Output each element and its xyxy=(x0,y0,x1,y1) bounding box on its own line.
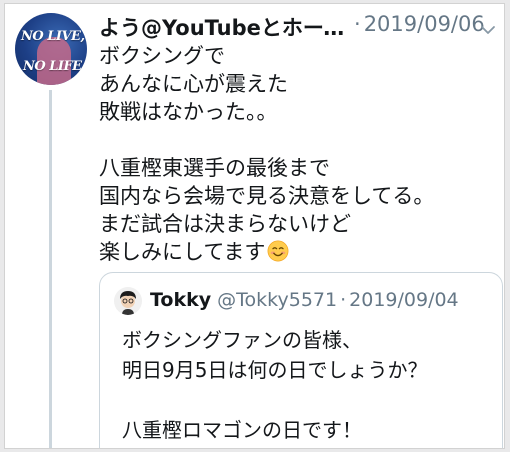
chevron-down-icon[interactable] xyxy=(480,22,496,38)
tweet-text-line: ボクシングで xyxy=(99,44,225,68)
quoted-author-handle[interactable]: @Tokky5571 xyxy=(217,289,337,311)
tweet-text-line: 敗戦はなかった。。 xyxy=(99,100,278,124)
quoted-text-line: ボクシングファンの皆様、 xyxy=(122,328,362,352)
tweet-text-line: 楽しみにしてます xyxy=(99,240,266,264)
smiling-face-icon xyxy=(267,240,289,262)
header-separator: · xyxy=(354,12,361,36)
quoted-tweet-date[interactable]: 2019/09/04 xyxy=(349,289,459,311)
author-name[interactable]: よう@YouTubeとホーム… xyxy=(99,12,351,42)
tweet-text-line: 国内なら会場で見る決意をしてる。 xyxy=(99,184,435,208)
tweet-text-line: まだ試合は決まらないけど xyxy=(99,212,351,236)
quoted-text-line xyxy=(122,385,427,415)
tweet-date[interactable]: 2019/09/06 xyxy=(364,12,485,36)
author-avatar[interactable]: NO LIVE, NO LIFE. xyxy=(15,13,87,85)
thread-connector-line xyxy=(49,90,52,448)
quoted-author-name[interactable]: Tokky xyxy=(150,289,211,311)
tweet-text-line: あんなに心が震えた xyxy=(99,72,288,96)
quoted-tweet-header: Tokky @Tokky5571 · 2019/09/04 xyxy=(150,289,459,311)
quoted-text-line: 明日9月5日は何の日でしょうか？ xyxy=(122,358,428,382)
quoted-header-separator: · xyxy=(340,289,347,311)
quoted-tweet-text: ボクシングファンの皆様、 明日9月5日は何の日でしょうか？ 八重樫ロマゴンの日で… xyxy=(122,325,427,445)
quoted-author-avatar[interactable] xyxy=(114,287,142,315)
tweet-card: NO LIVE, NO LIFE. よう@YouTubeとホーム… · 2019/0… xyxy=(4,3,505,449)
tweet-text-line: 八重樫東選手の最後まで xyxy=(99,156,330,180)
avatar-text-line2: NO LIFE. xyxy=(23,59,86,74)
quoted-text-line: 八重樫ロマゴンの日です！ xyxy=(122,418,362,442)
tweet-text-last-line: 楽しみにしてます xyxy=(99,238,496,266)
quoted-tweet-card[interactable]: Tokky @Tokky5571 · 2019/09/04 ボクシングファンの皆様、 … xyxy=(99,272,503,448)
tweet-text: ボクシングで あんなに心が震えた 敗戦はなかった。。 八重樫東選手の最後まで 国… xyxy=(99,42,496,266)
tweet-text-line xyxy=(99,126,496,154)
avatar-text-line1: NO LIVE, xyxy=(21,29,85,44)
tweet-header: よう@YouTubeとホーム… · 2019/09/06 xyxy=(99,12,500,40)
